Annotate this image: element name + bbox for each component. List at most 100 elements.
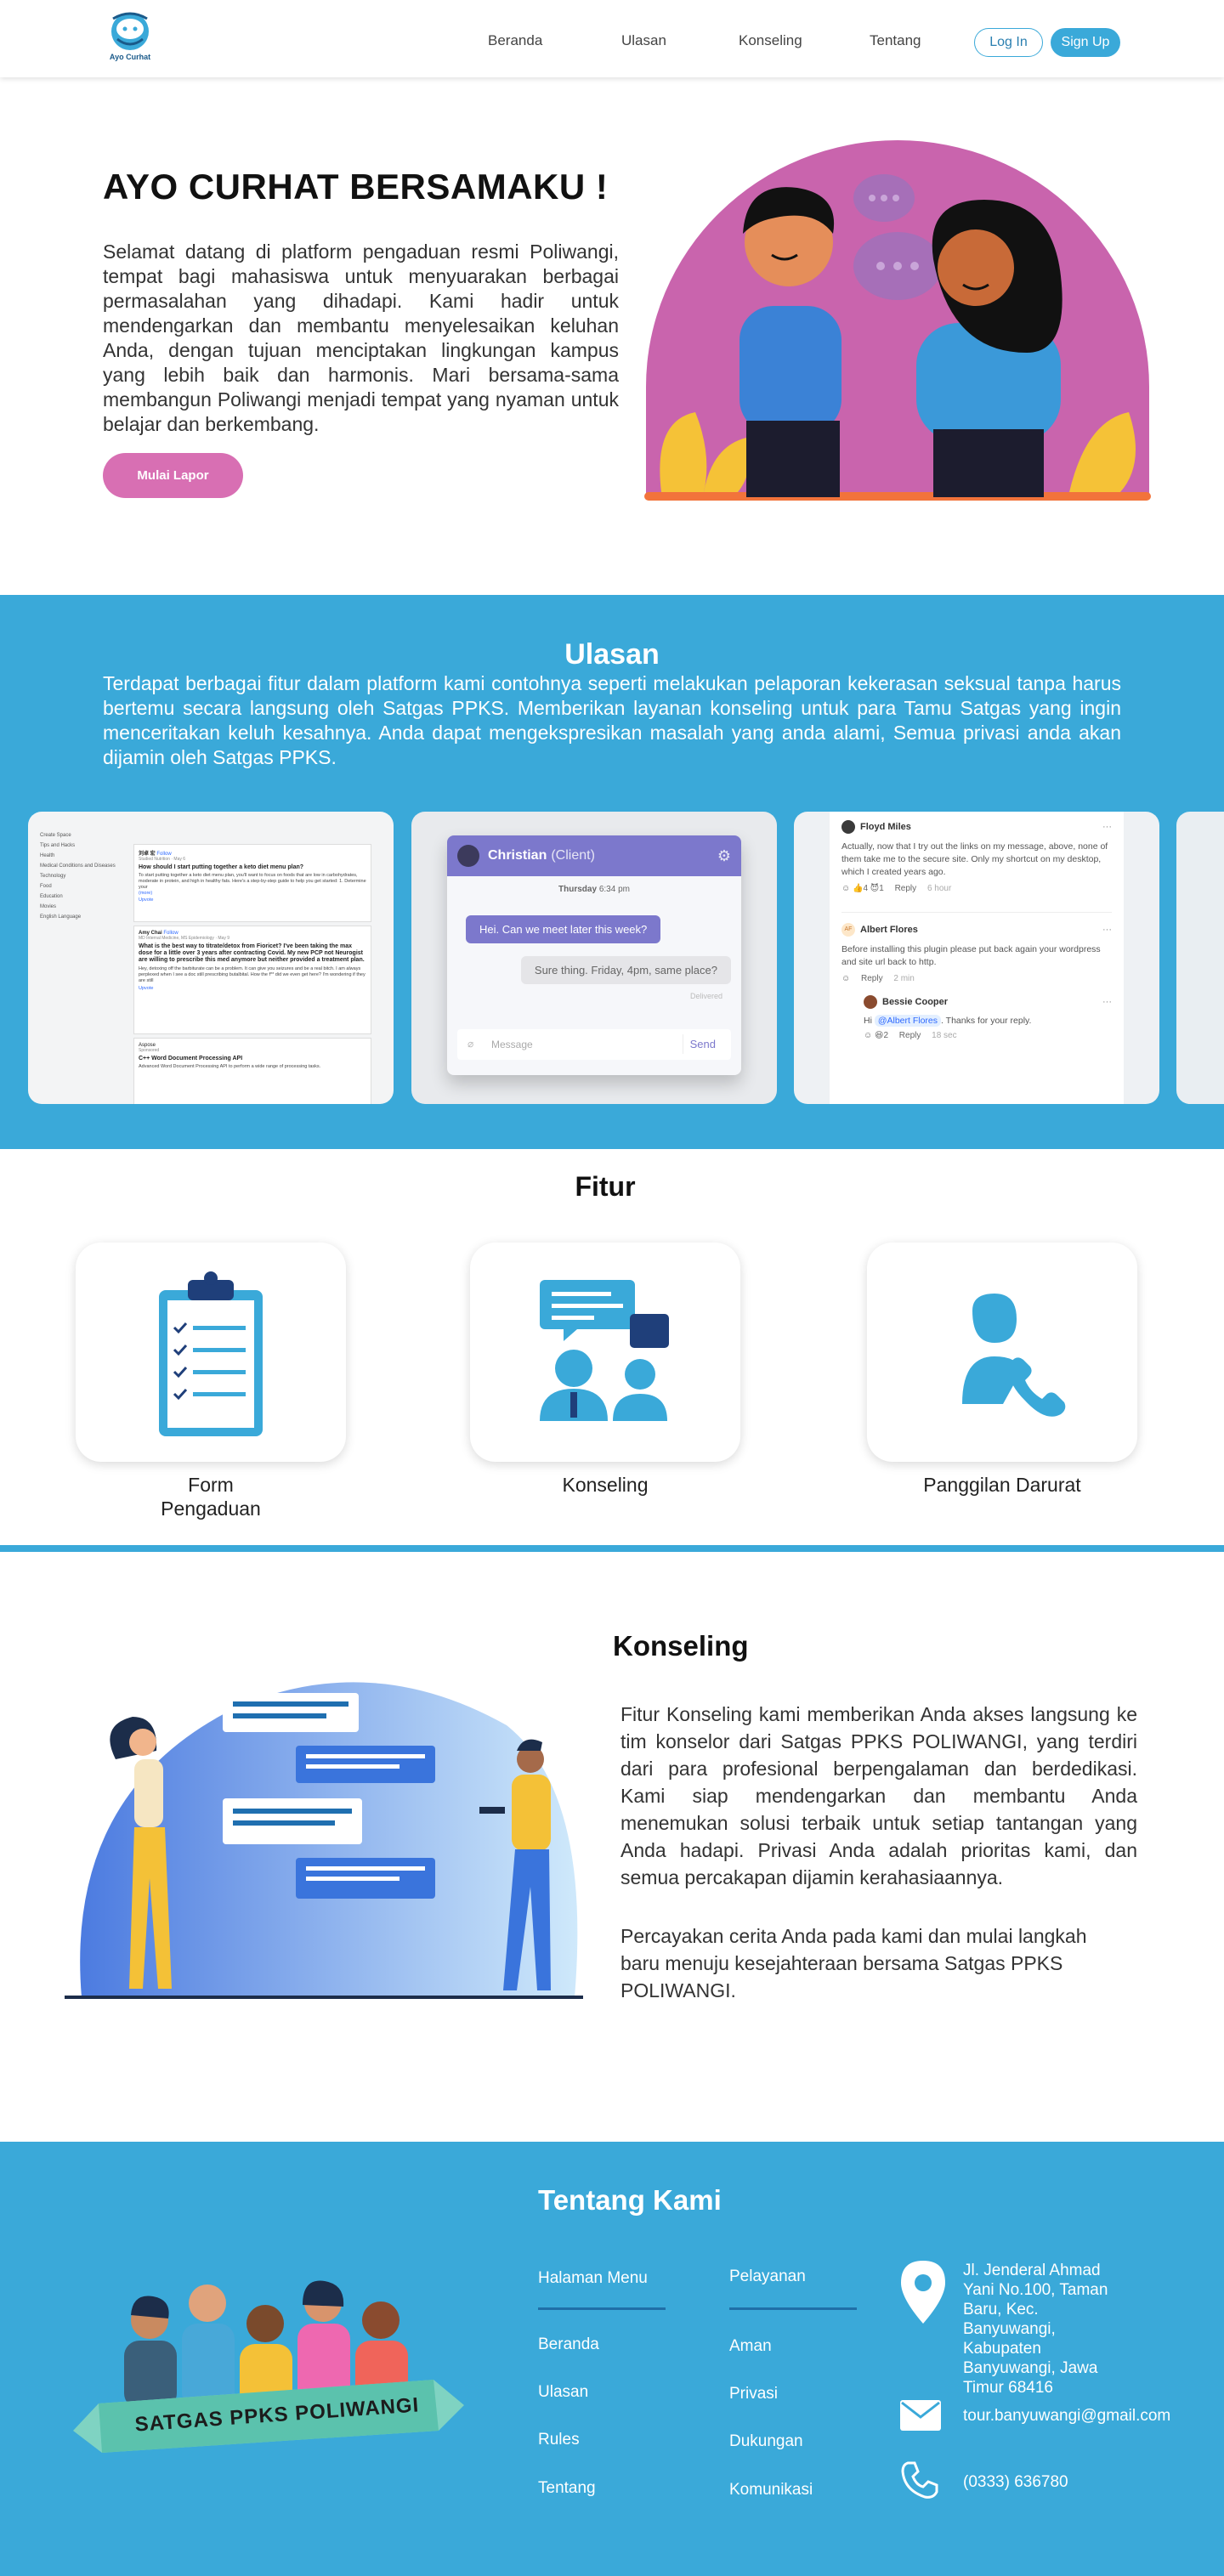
hero-illustration <box>644 140 1151 501</box>
reply-button[interactable]: Reply <box>895 884 917 893</box>
chat-header: Christian (Client) ⚙ <box>447 835 741 876</box>
sidebar-item[interactable]: Create Space <box>40 830 135 841</box>
reaction-thumbs[interactable]: 👍4 <box>853 884 868 893</box>
upvote-button[interactable]: Upvote <box>139 986 366 991</box>
sponsor-body: Advanced Word Document Processing API to… <box>139 1064 321 1069</box>
navbar: Ayo Curhat Beranda Ulasan Konseling Tent… <box>0 0 1224 77</box>
reaction-devil[interactable]: 😈1 <box>870 884 884 893</box>
signup-button[interactable]: Sign Up <box>1051 28 1120 57</box>
logo-text: Ayo Curhat <box>109 53 151 61</box>
counseling-icon <box>540 1280 669 1421</box>
review-screenshot-qa: Create Space Tips and Hacks Health Medic… <box>28 812 394 1104</box>
upvote-button[interactable]: Upvote <box>139 897 366 903</box>
sidebar-item[interactable]: Technology <box>40 871 135 881</box>
chat-contact-role: (Client) <box>551 848 595 863</box>
more-options-icon[interactable]: ··· <box>1102 822 1112 832</box>
more-options-icon[interactable]: ··· <box>1102 997 1112 1007</box>
message-status: Delivered <box>689 992 722 1000</box>
satgas-banner: SATGAS PPKS POLIWANGI <box>65 2252 468 2465</box>
smile-icon[interactable]: ☺ <box>842 974 850 983</box>
footer-link-rules[interactable]: Rules <box>538 2431 580 2449</box>
emergency-call-icon <box>962 1294 1066 1417</box>
question-title[interactable]: What is the best way to titrate/detox fr… <box>139 943 366 964</box>
email-icon <box>900 2400 941 2431</box>
comment-time: 2 min <box>893 974 915 983</box>
phone-icon <box>901 2461 938 2499</box>
reply-button[interactable]: Reply <box>861 974 883 983</box>
sidebar-item[interactable]: English Language <box>40 912 135 922</box>
paperclip-icon[interactable]: ⌀ <box>468 1038 473 1050</box>
section-divider <box>0 1545 1224 1552</box>
ulasan-section: Ulasan Terdapat berbagai fitur dalam pla… <box>0 595 1224 1149</box>
footer: Tentang Kami SATGAS PPKS POLIWANGI Halam… <box>0 2142 1224 2576</box>
comment-text: . Thanks for your reply. <box>941 1016 1032 1026</box>
reply-button[interactable]: Reply <box>899 1031 921 1040</box>
feature-label-darurat: Panggilan Darurat <box>923 1474 1081 1496</box>
service-item-dukungan: Dukungan <box>729 2432 803 2450</box>
footer-title: Tentang Kami <box>538 2184 722 2216</box>
feature-card-form-pengaduan[interactable] <box>76 1243 346 1462</box>
konseling-description: Fitur Konseling kami memberikan Anda aks… <box>620 1703 1137 1888</box>
smile-icon[interactable]: ☺ <box>842 884 850 893</box>
start-report-button[interactable]: Mulai Lapor <box>103 453 243 498</box>
avatar <box>457 845 479 867</box>
review-screenshot-chat: Christian (Client) ⚙ Thursday 6:34 pm He… <box>411 812 777 1104</box>
message-input[interactable]: Message <box>491 1039 533 1050</box>
footer-phone[interactable]: (0333) 636780 <box>963 2472 1068 2492</box>
message-composer: ⌀ Message Send <box>457 1029 731 1060</box>
feature-card-panggilan-darurat[interactable] <box>867 1243 1137 1462</box>
review-screenshot-partial <box>1176 812 1224 1104</box>
sidebar-item[interactable]: Health <box>40 851 135 861</box>
konseling-title: Konseling <box>613 1630 749 1662</box>
sidebar-item[interactable]: Tips and Hacks <box>40 841 135 851</box>
more-options-icon[interactable]: ··· <box>1102 925 1112 935</box>
nav-link-tentang[interactable]: Tentang <box>870 32 921 49</box>
hero-description: Selamat datang di platform pengaduan res… <box>103 241 619 435</box>
konseling-cta: Percayakan cerita Anda pada kami dan mul… <box>620 1925 1087 2001</box>
more-link[interactable]: (more) <box>139 891 366 896</box>
avatar <box>864 995 877 1009</box>
menu-heading: Halaman Menu <box>538 2269 648 2287</box>
sidebar-item[interactable]: Movies <box>40 902 135 912</box>
footer-link-tentang[interactable]: Tentang <box>538 2479 596 2498</box>
comment-time: 6 hour <box>926 884 952 893</box>
ayo-curhat-logo[interactable]: Ayo Curhat <box>100 10 160 65</box>
feature-label-form: Form Pengaduan <box>161 1474 261 1520</box>
service-item-aman: Aman <box>729 2337 772 2355</box>
comment-text: Actually, now that I try out the links o… <box>842 841 1108 877</box>
message-outgoing: Sure thing. Friday, 4pm, same place? <box>520 956 731 984</box>
mention-tag[interactable]: @Albert Flores <box>874 1015 942 1027</box>
login-button[interactable]: Log In <box>974 28 1043 57</box>
feature-card-konseling[interactable] <box>470 1243 740 1462</box>
reaction-grin[interactable]: 😆2 <box>875 1031 888 1040</box>
comment-author: Floyd Miles <box>860 822 911 832</box>
sponsor-title[interactable]: C++ Word Document Processing API <box>139 1056 366 1062</box>
footer-link-beranda[interactable]: Beranda <box>538 2335 599 2354</box>
feature-label-konseling: Konseling <box>562 1474 649 1496</box>
service-item-privasi: Privasi <box>729 2385 779 2403</box>
service-heading: Pelayanan <box>729 2267 806 2285</box>
comment-time: 18 sec <box>932 1031 957 1040</box>
footer-email[interactable]: tour.banyuwangi@gmail.com <box>963 2406 1170 2426</box>
sidebar-item[interactable]: Medical Conditions and Diseases <box>40 861 135 871</box>
smile-icon[interactable]: ☺ <box>864 1031 872 1040</box>
question-card: 刘卓 宏 Follow Studied Nutrition · May 6 Ho… <box>133 844 371 922</box>
sidebar-item[interactable]: Education <box>40 892 135 902</box>
gear-icon[interactable]: ⚙ <box>717 847 731 865</box>
question-meta: Studied Nutrition · May 6 <box>139 857 186 862</box>
chat-date: Thursday <box>558 885 598 894</box>
footer-link-ulasan[interactable]: Ulasan <box>538 2383 588 2402</box>
question-title[interactable]: How should I start putting together a ke… <box>139 864 366 870</box>
qa-sidebar: Create Space Tips and Hacks Health Medic… <box>40 830 135 922</box>
sidebar-item[interactable]: Food <box>40 881 135 892</box>
konseling-illustration <box>65 1682 583 1999</box>
nav-link-beranda[interactable]: Beranda <box>488 32 542 49</box>
send-button[interactable]: Send <box>682 1034 722 1054</box>
nav-link-konseling[interactable]: Konseling <box>739 32 802 49</box>
ulasan-description: Terdapat berbagai fitur dalam platform k… <box>103 672 1121 768</box>
question-card: Amy Chai Follow MD Internal Medicine, MS… <box>133 926 371 1034</box>
comment-author: Albert Flores <box>860 925 918 935</box>
nav-link-ulasan[interactable]: Ulasan <box>621 32 666 49</box>
avatar-initials: AF <box>842 923 855 937</box>
logo-icon <box>111 12 149 50</box>
